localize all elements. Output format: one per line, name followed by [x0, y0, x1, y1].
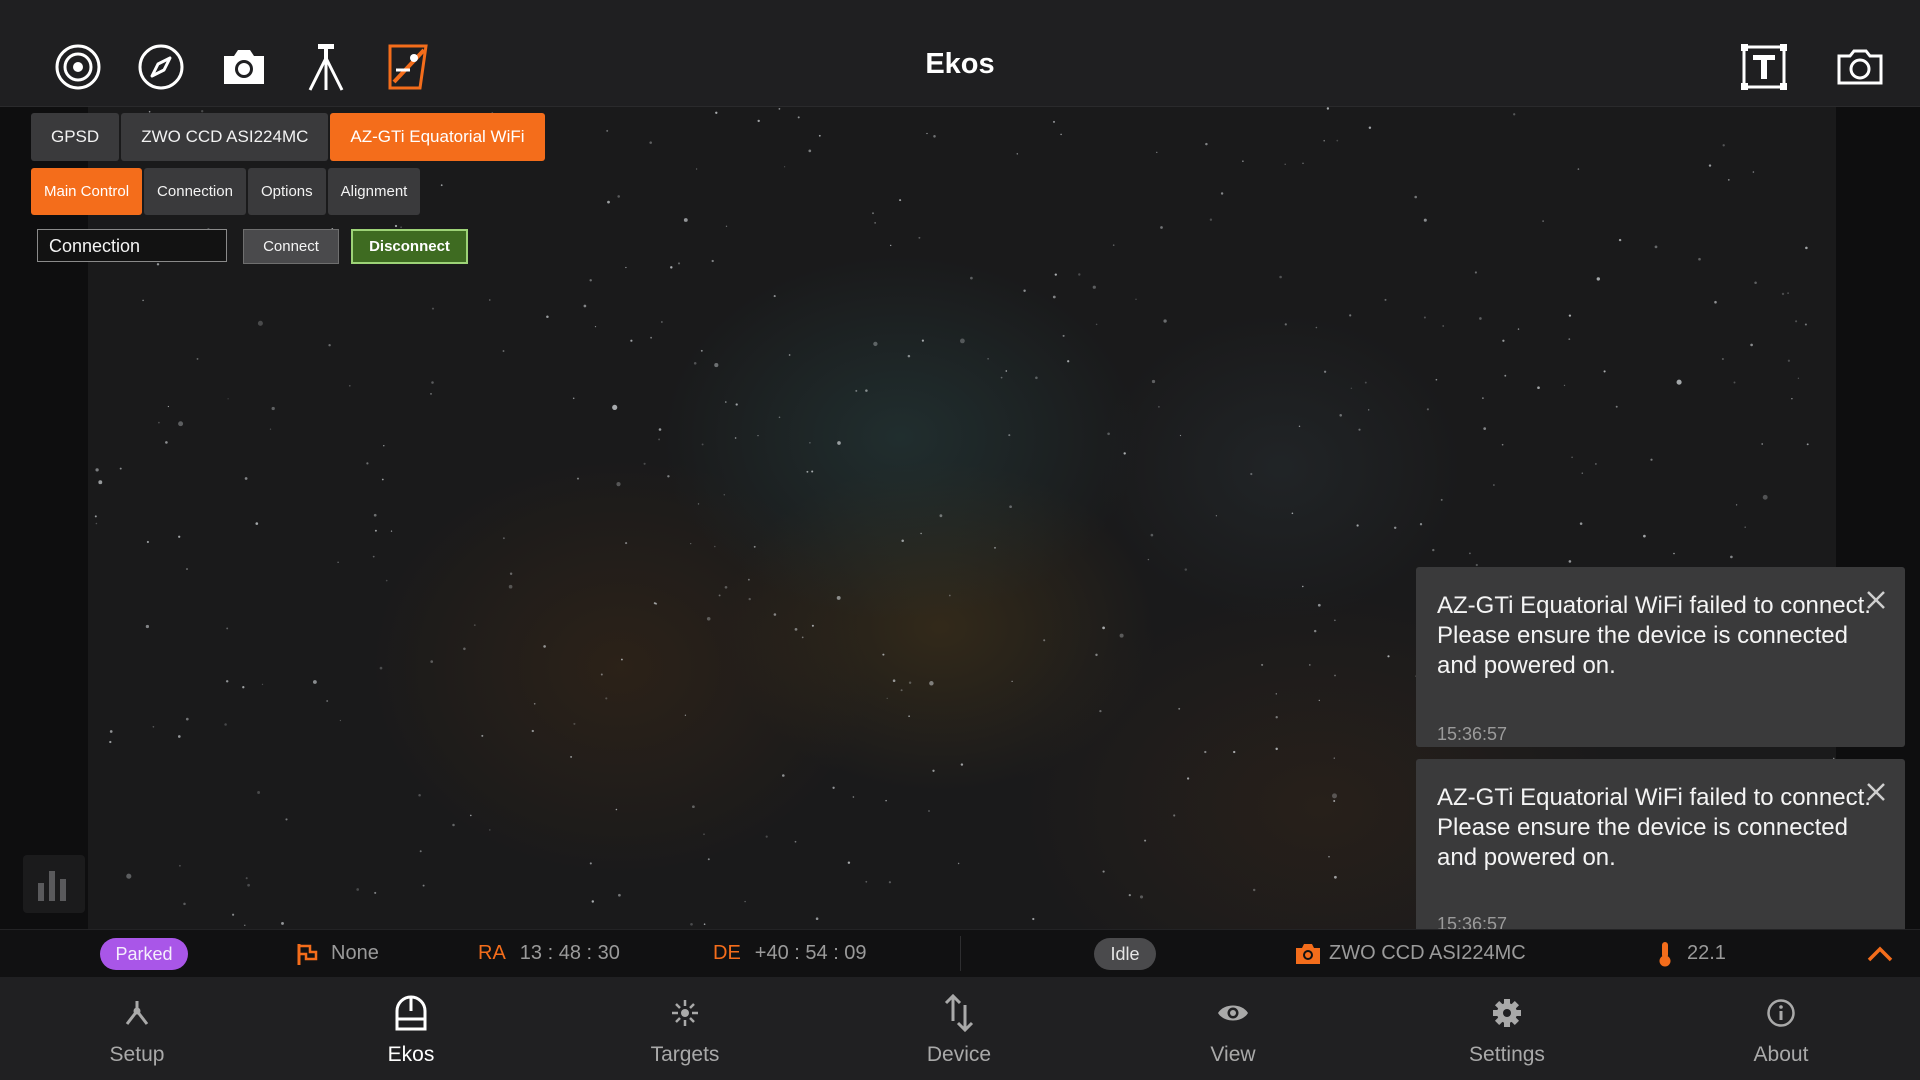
nav-label: Setup [109, 1043, 165, 1066]
mount-status-badge: Parked [100, 938, 188, 970]
notification-message: AZ-GTi Equatorial WiFi failed to connect… [1437, 592, 1871, 679]
compass-icon[interactable] [133, 40, 189, 94]
target-name: None [331, 942, 379, 964]
de-label: DE [713, 942, 741, 964]
ra-value: 13 : 48 : 30 [519, 942, 620, 964]
nav-label: View [1210, 1043, 1256, 1066]
setup-icon [125, 1001, 149, 1025]
camera-name: ZWO CCD ASI224MC [1329, 942, 1526, 964]
temperature-value: 22.1 [1687, 942, 1726, 964]
notification-message: AZ-GTi Equatorial WiFi failed to connect… [1437, 784, 1871, 871]
nav-view[interactable]: View [1133, 977, 1333, 1080]
histogram-icon [38, 871, 66, 901]
nav-label: Targets [650, 1043, 720, 1066]
expand-status-button[interactable] [1866, 930, 1894, 977]
histogram-button[interactable] [23, 855, 85, 913]
camera-status: ZWO CCD ASI224MC [1295, 930, 1526, 977]
bottom-navigation: Setup Ekos Targets Device View Settings … [0, 977, 1920, 1080]
top-bar: Ekos [0, 0, 1920, 107]
connect-button[interactable]: Connect [243, 229, 339, 264]
nav-about[interactable]: About [1681, 977, 1881, 1080]
disconnect-button[interactable]: Disconnect [351, 229, 468, 264]
view-icon [1218, 1005, 1248, 1021]
notification-toast: AZ-GTi Equatorial WiFi failed to connect… [1416, 759, 1905, 937]
about-icon [1767, 999, 1795, 1027]
capture-status-badge: Idle [1094, 938, 1156, 970]
alignment-icon[interactable] [380, 40, 436, 94]
snapshot-icon[interactable] [1832, 40, 1888, 94]
tab-gpsd[interactable]: GPSD [31, 113, 120, 161]
settings-icon [1493, 999, 1521, 1027]
nav-device[interactable]: Device [859, 977, 1059, 1080]
nav-setup[interactable]: Setup [37, 977, 237, 1080]
tab-zwo-ccd[interactable]: ZWO CCD ASI224MC [121, 113, 329, 161]
nav-targets[interactable]: Targets [585, 977, 785, 1080]
device-icon [944, 993, 974, 1033]
nav-label: Device [926, 1043, 992, 1066]
property-tabs: Main Control Connection Options Alignmen… [31, 168, 421, 215]
de-value: +40 : 54 : 09 [754, 942, 867, 964]
tab-az-gti-mount[interactable]: AZ-GTi Equatorial WiFi [330, 113, 545, 161]
nav-label: Settings [1469, 1043, 1545, 1066]
ekos-icon [395, 995, 427, 1031]
close-icon[interactable] [1863, 587, 1889, 613]
tab-main-control[interactable]: Main Control [31, 168, 143, 215]
ra-label: RA [478, 942, 506, 964]
nav-label: About [1753, 1043, 1809, 1066]
flag-icon [297, 943, 318, 965]
thermometer-icon [1659, 941, 1671, 966]
tab-options[interactable]: Options [247, 168, 326, 215]
device-tabs: GPSD ZWO CCD ASI224MC AZ-GTi Equatorial … [31, 113, 545, 161]
status-divider [960, 936, 961, 971]
tab-alignment[interactable]: Alignment [327, 168, 421, 215]
tab-connection[interactable]: Connection [144, 168, 246, 215]
connection-label: Connection [37, 229, 227, 262]
target-status: None [295, 930, 379, 977]
app-title: Ekos [925, 48, 995, 80]
chevron-up-icon [1867, 946, 1893, 961]
nav-label: Ekos [387, 1043, 435, 1066]
camera-icon[interactable] [216, 40, 272, 94]
de-readout: DE +40 : 54 : 09 [713, 930, 867, 977]
nav-ekos[interactable]: Ekos [311, 977, 511, 1080]
temperature-status: 22.1 [1657, 930, 1726, 977]
ra-readout: RA 13 : 48 : 30 [478, 930, 620, 977]
close-icon[interactable] [1863, 779, 1889, 805]
notification-toast: AZ-GTi Equatorial WiFi failed to connect… [1416, 567, 1905, 747]
notification-time: 15:36:57 [1437, 724, 1508, 744]
target-icon[interactable] [50, 40, 106, 94]
camera-icon [1296, 943, 1320, 964]
text-overlay-icon[interactable] [1736, 40, 1792, 94]
status-bar: Parked None RA 13 : 48 : 30 DE +40 : 54 … [0, 929, 1920, 977]
nav-settings[interactable]: Settings [1407, 977, 1607, 1080]
targets-icon [672, 1000, 698, 1026]
mount-tripod-icon[interactable] [298, 40, 354, 94]
